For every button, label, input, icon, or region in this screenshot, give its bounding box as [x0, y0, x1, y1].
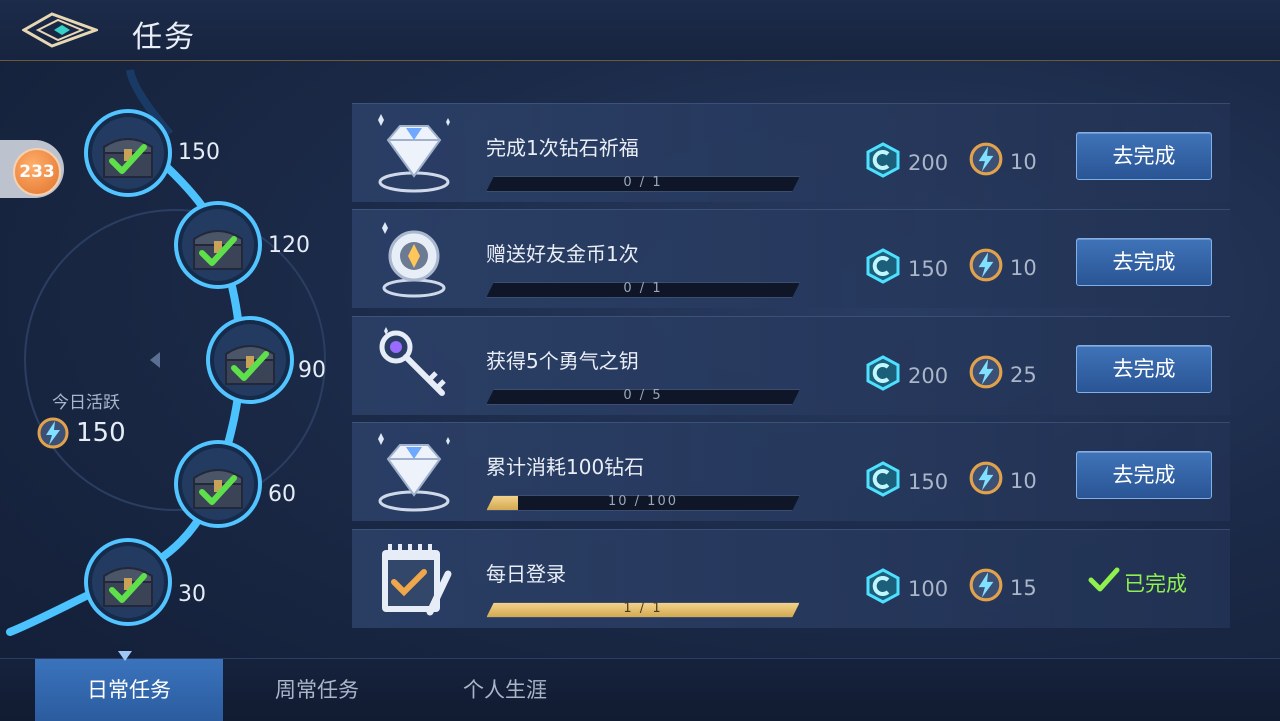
task-row: 累计消耗100钻石 10 / 100 150 10 去完成 [352, 422, 1230, 521]
progress-text: 10 / 100 [608, 494, 678, 509]
milestone-chest-60[interactable] [172, 438, 264, 530]
reward-coupon: 150 [864, 247, 948, 290]
reward-activity-value: 15 [1010, 575, 1037, 600]
progress-text: 1 / 1 [623, 601, 663, 616]
milestone-label: 150 [178, 140, 220, 165]
go-complete-button[interactable]: 去完成 [1076, 345, 1212, 393]
reward-coupon-value: 200 [908, 150, 949, 175]
reward-activity: 10 [968, 141, 1037, 182]
task-completed-status: 已完成 [1088, 566, 1187, 599]
task-name: 获得5个勇气之钥 [486, 349, 639, 373]
lightning-icon [968, 460, 1004, 501]
task-progress-bar: 0 / 1 [486, 176, 800, 192]
lightning-icon [37, 417, 69, 449]
reward-activity-value: 10 [1010, 255, 1037, 280]
reward-activity-value: 10 [1010, 468, 1037, 493]
chest-claimed-icon [206, 316, 294, 404]
task-progress-bar: 10 / 100 [486, 495, 800, 511]
tab-daily[interactable]: 日常任务 [35, 659, 223, 721]
lightning-icon [968, 247, 1004, 288]
task-progress-bar: 1 / 1 [486, 602, 800, 618]
lightning-icon [968, 141, 1004, 182]
progress-text: 0 / 1 [623, 175, 663, 190]
chest-claimed-icon [84, 538, 172, 626]
coupon-icon [864, 247, 902, 290]
check-icon [1088, 566, 1120, 599]
coupon-icon [864, 354, 902, 397]
today-activity: 150 [36, 416, 126, 450]
activity-points-badge: 233 [0, 140, 64, 198]
reward-activity: 25 [968, 354, 1037, 395]
progress-text: 0 / 5 [623, 388, 663, 403]
task-row: 每日登录 1 / 1 100 15 已完成 [352, 529, 1230, 628]
diamond-icon [370, 429, 460, 515]
reward-coupon-value: 150 [908, 469, 949, 494]
reward-activity: 10 [968, 247, 1037, 288]
gold-coin-icon [370, 216, 460, 302]
reward-coupon-value: 150 [908, 256, 949, 281]
task-status-label: 已完成 [1124, 571, 1187, 596]
task-name: 完成1次钻石祈福 [486, 136, 639, 160]
chest-claimed-icon [174, 201, 262, 289]
task-name: 每日登录 [486, 562, 566, 586]
milestone-label: 90 [298, 358, 326, 383]
chest-claimed-icon [174, 440, 262, 528]
task-row: 获得5个勇气之钥 0 / 5 200 25 去完成 [352, 316, 1230, 415]
diamond-icon [370, 110, 460, 196]
tab-weekly[interactable]: 周常任务 [223, 659, 411, 721]
milestone-label: 60 [268, 482, 296, 507]
task-name: 赠送好友金币1次 [486, 242, 639, 266]
coupon-icon [864, 567, 902, 610]
key-icon [370, 323, 460, 409]
go-complete-button[interactable]: 去完成 [1076, 238, 1212, 286]
reward-coupon: 200 [864, 141, 948, 184]
today-activity-value: 150 [76, 418, 126, 448]
reward-coupon-value: 200 [908, 363, 949, 388]
activity-points-value: 233 [13, 148, 61, 196]
page-title: 任务 [132, 20, 196, 55]
chest-claimed-icon [84, 109, 172, 197]
tab-bar: 日常任务 周常任务 个人生涯 [0, 658, 1280, 721]
reward-activity: 15 [968, 567, 1037, 608]
milestone-chest-90[interactable] [204, 314, 296, 406]
task-progress-bar: 0 / 1 [486, 282, 800, 298]
coupon-icon [864, 460, 902, 503]
progress-text: 0 / 1 [623, 281, 663, 296]
milestone-label: 30 [178, 582, 206, 607]
calendar-check-icon [370, 536, 460, 622]
task-name: 累计消耗100钻石 [486, 455, 645, 479]
today-activity-label: 今日活跃 [52, 393, 120, 413]
reward-coupon-value: 100 [908, 576, 949, 601]
tab-career[interactable]: 个人生涯 [411, 659, 599, 721]
activity-panel: 233 今日活跃 150 150 120 90 60 30 [0, 60, 350, 658]
milestone-label: 120 [268, 233, 310, 258]
lightning-icon [968, 354, 1004, 395]
reward-coupon: 150 [864, 460, 948, 503]
reward-coupon: 200 [864, 354, 948, 397]
milestone-chest-120[interactable] [172, 199, 264, 291]
lightning-icon [968, 567, 1004, 608]
back-arrow-icon[interactable] [22, 10, 98, 50]
tab-indicator-icon [118, 651, 132, 661]
go-complete-button[interactable]: 去完成 [1076, 451, 1212, 499]
header-bar: 任务 [0, 0, 1280, 61]
reward-coupon: 100 [864, 567, 948, 610]
task-row: 赠送好友金币1次 0 / 1 150 10 去完成 [352, 209, 1230, 308]
go-complete-button[interactable]: 去完成 [1076, 132, 1212, 180]
milestone-chest-30[interactable] [82, 536, 174, 628]
coupon-icon [864, 141, 902, 184]
task-row: 完成1次钻石祈福 0 / 1 200 10 去完成 [352, 103, 1230, 202]
milestone-chest-150[interactable] [82, 107, 174, 199]
reward-activity-value: 25 [1010, 362, 1037, 387]
reward-activity: 10 [968, 460, 1037, 501]
reward-activity-value: 10 [1010, 149, 1037, 174]
task-progress-bar: 0 / 5 [486, 389, 800, 405]
